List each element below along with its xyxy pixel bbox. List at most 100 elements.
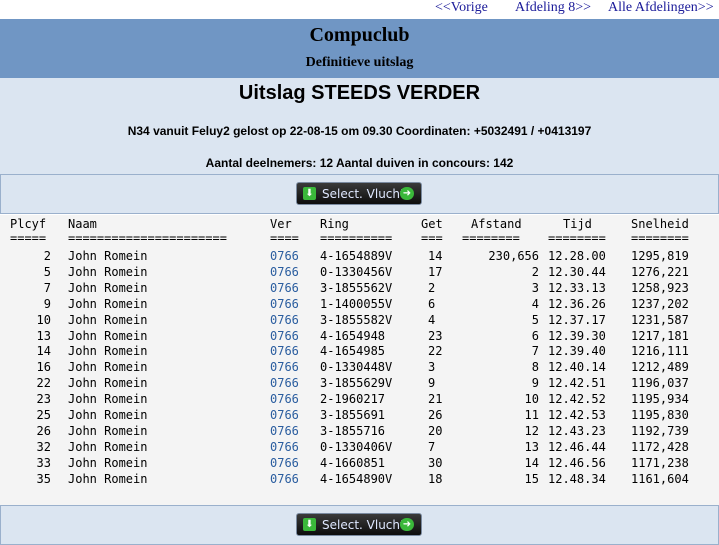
separator-naam: ======================	[68, 231, 227, 245]
cell-ver[interactable]: 0766	[270, 408, 299, 422]
result-subtitle: Definitieve uitslag	[305, 55, 414, 70]
cell-naam: John Romein	[68, 455, 148, 470]
cell-ver[interactable]: 0766	[270, 456, 299, 470]
cell-naam: John Romein	[68, 408, 148, 422]
cell-ver[interactable]: 0766	[270, 297, 299, 311]
cell-snelheid: 1258,923	[631, 280, 689, 295]
separator-afstand: ========	[462, 231, 520, 245]
cell-ver[interactable]: 0766	[270, 424, 299, 438]
cell-ver[interactable]: 0766	[270, 249, 299, 263]
previous-link[interactable]: <<Vorige	[435, 0, 488, 16]
afdeling-link[interactable]: Afdeling 8>>	[515, 0, 591, 16]
race-details: N34 vanuit Feluy2 gelost op 22-08-15 om …	[127, 124, 592, 138]
all-afdelingen-link[interactable]: Alle Afdelingen>>	[608, 0, 714, 16]
cell-plcyf: 25	[36, 408, 51, 422]
club-name: Compuclub	[309, 24, 410, 46]
cell-naam: John Romein	[68, 376, 148, 391]
cell-ring: 4-1660851	[320, 455, 386, 470]
cell-afstand: 14	[524, 455, 539, 470]
cell-afstand: 4	[531, 296, 539, 311]
cell-naam: John Romein	[68, 280, 148, 295]
header-tijd: Tijd	[563, 217, 592, 231]
cell-plcyf: 9	[43, 296, 51, 311]
header-ring: Ring	[320, 217, 349, 231]
cell-get: 26	[428, 408, 443, 422]
cell-naam: John Romein	[68, 439, 148, 454]
cell-ver[interactable]: 0766	[270, 329, 299, 343]
download-icon: ⬇	[303, 187, 316, 200]
header-snelheid: Snelheid	[631, 217, 689, 231]
cell-ver[interactable]: 0766	[270, 281, 299, 295]
cell-snelheid: 1171,238	[631, 455, 689, 470]
cell-get: 4	[428, 312, 436, 327]
top-navigation: <<Vorige Afdeling 8>> Alle Afdelingen>>	[0, 0, 719, 19]
cell-snelheid: 1216,111	[631, 344, 689, 359]
cell-tijd: 12.36.26	[548, 296, 606, 311]
cell-ring: 4-1654948	[320, 328, 386, 343]
cell-get: 18	[428, 471, 443, 486]
cell-tijd: 12.40.14	[548, 360, 606, 375]
arrow-right-icon: ➜	[400, 518, 414, 531]
cell-get: 3	[428, 360, 436, 375]
cell-get: 22	[428, 344, 443, 359]
cell-naam: John Romein	[68, 344, 148, 359]
cell-ver[interactable]: 0766	[270, 392, 299, 406]
cell-plcyf: 33	[36, 455, 51, 470]
select-flight-button-bottom[interactable]: ⬇ Select. Vlucht ➜	[296, 513, 422, 536]
cell-afstand: 9	[531, 376, 539, 391]
cell-ver[interactable]: 0766	[270, 472, 299, 486]
select-flight-label: Select. Vlucht	[322, 187, 405, 201]
cell-ver[interactable]: 0766	[270, 313, 299, 327]
cell-ring: 4-1654889V	[320, 249, 393, 263]
cell-afstand: 5	[531, 312, 539, 327]
cell-naam: John Romein	[68, 471, 148, 486]
cell-tijd: 12.43.23	[548, 423, 606, 438]
participants-summary: Aantal deelnemers: 12 Aantal duiven in c…	[205, 156, 514, 170]
cell-ring: 0-1330456V	[320, 264, 393, 279]
cell-plcyf: 14	[36, 344, 51, 359]
cell-tijd: 12.37.17	[548, 312, 606, 327]
cell-ver[interactable]: 0766	[270, 376, 299, 390]
cell-ring: 0-1330448V	[320, 360, 393, 375]
cell-get: 17	[428, 264, 443, 279]
bottom-button-bar: ⬇ Select. Vlucht ➜	[0, 505, 719, 545]
cell-ring: 3-1855691	[320, 408, 386, 422]
cell-get: 14	[428, 249, 443, 263]
cell-snelheid: 1195,934	[631, 392, 689, 407]
cell-get: 2	[428, 280, 436, 295]
header-get: Get	[421, 217, 443, 231]
club-header: Compuclub Definitieve uitslag	[0, 19, 719, 78]
separator-tijd: ========	[548, 231, 606, 245]
cell-snelheid: 1276,221	[631, 264, 689, 279]
cell-naam: John Romein	[68, 328, 148, 343]
cell-tijd: 12.42.52	[548, 392, 606, 407]
top-button-bar: ⬇ Select. Vlucht ➜	[0, 174, 719, 214]
select-flight-button[interactable]: ⬇ Select. Vlucht ➜	[296, 182, 422, 205]
cell-snelheid: 1212,489	[631, 360, 689, 375]
cell-plcyf: 26	[36, 423, 51, 438]
cell-plcyf: 32	[36, 439, 51, 454]
header-ver: Ver	[270, 217, 292, 231]
cell-afstand: 6	[531, 328, 539, 343]
cell-naam: John Romein	[68, 312, 148, 327]
cell-ver[interactable]: 0766	[270, 440, 299, 454]
cell-get: 21	[428, 392, 443, 407]
cell-snelheid: 1295,819	[631, 249, 689, 263]
race-info-panel: Uitslag STEEDS VERDER N34 vanuit Feluy2 …	[0, 78, 719, 174]
cell-ring: 3-1855582V	[320, 312, 393, 327]
cell-afstand: 3	[531, 280, 539, 295]
cell-snelheid: 1196,037	[631, 376, 689, 391]
cell-snelheid: 1172,428	[631, 439, 689, 454]
cell-afstand: 7	[531, 344, 539, 359]
separator-ring: ==========	[320, 231, 393, 245]
cell-ver[interactable]: 0766	[270, 360, 299, 374]
cell-snelheid: 1192,739	[631, 423, 689, 438]
cell-afstand: 2	[531, 264, 539, 279]
cell-ver[interactable]: 0766	[270, 265, 299, 279]
cell-tijd: 12.42.51	[548, 376, 606, 391]
cell-tijd: 12.39.30	[548, 328, 606, 343]
header-plcyf: Plcyf	[10, 217, 47, 231]
cell-ver[interactable]: 0766	[270, 344, 299, 358]
cell-afstand: 15	[524, 471, 539, 486]
download-icon: ⬇	[303, 518, 316, 531]
